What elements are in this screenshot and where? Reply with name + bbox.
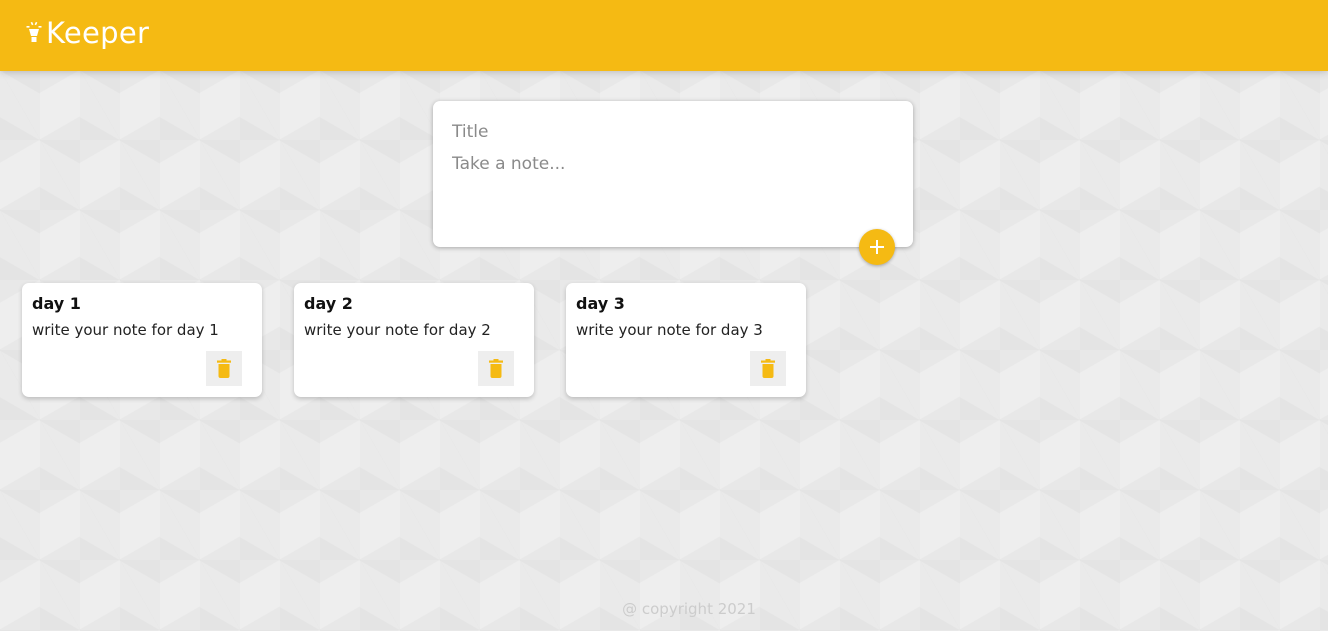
app-title: Keeper [46, 16, 150, 50]
trash-icon [217, 359, 231, 378]
delete-note-button[interactable] [206, 351, 242, 386]
trash-icon [761, 359, 775, 378]
note-title: day 2 [304, 294, 353, 313]
note-title-input[interactable] [452, 119, 894, 145]
trash-icon [489, 359, 503, 378]
create-note-form [433, 101, 913, 247]
brand: Keeper [24, 16, 1304, 50]
note-card: day 2 write your note for day 2 [294, 283, 534, 397]
note-title: day 1 [32, 294, 81, 313]
note-card: day 3 write your note for day 3 [566, 283, 806, 397]
note-title: day 3 [576, 294, 625, 313]
note-content: write your note for day 1 [32, 321, 219, 339]
plus-icon [868, 238, 886, 256]
app-header: Keeper [0, 0, 1328, 71]
page-footer: @ copyright 2021 [25, 600, 1328, 618]
note-content: write your note for day 2 [304, 321, 491, 339]
add-note-button[interactable] [859, 229, 895, 265]
note-content-input[interactable] [452, 151, 894, 211]
copyright-text: @ copyright 2021 [622, 600, 756, 618]
note-content: write your note for day 3 [576, 321, 763, 339]
delete-note-button[interactable] [750, 351, 786, 386]
note-card: day 1 write your note for day 1 [22, 283, 262, 397]
lightbulb-icon [24, 20, 44, 48]
delete-note-button[interactable] [478, 351, 514, 386]
